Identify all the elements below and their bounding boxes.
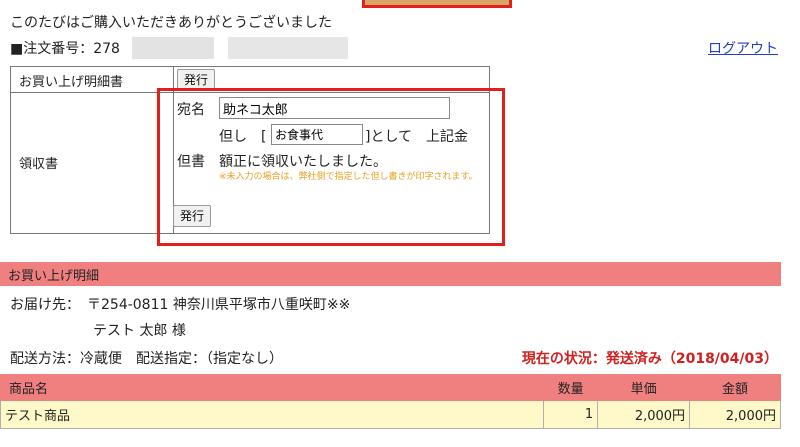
items-header-row: 商品名 数量 単価 金額 xyxy=(0,374,781,401)
section-title: お買い上げ明細 xyxy=(0,262,781,286)
order-number-mask xyxy=(132,37,214,59)
order-number: ■注文番号：278 xyxy=(10,41,120,57)
col-product: 商品名 xyxy=(0,374,545,401)
col-unit-price: 単価 xyxy=(597,374,691,401)
item-amount: 2,000円 xyxy=(689,400,781,429)
item-unit-price: 2,000円 xyxy=(597,400,691,429)
shipping-info: 配送方法：冷蔵便 配送指定：（指定なし） xyxy=(10,351,283,367)
statement-label: お買い上げ明細書 xyxy=(19,75,124,90)
order-status: 現在の状況：発送済み（2018/04/03） xyxy=(521,351,778,367)
col-qty: 数量 xyxy=(543,374,599,401)
col-amount: 金額 xyxy=(689,374,781,401)
thanks-message: このたびはご購入いただきありがとうございました xyxy=(10,15,332,31)
delivery-address: お届け先： 〒254-0811 神奈川県平塚市八重咲町※※ xyxy=(10,297,351,313)
recipient-name: テスト 太郎 様 xyxy=(93,323,186,339)
product-image-frame xyxy=(362,0,512,8)
item-qty: 1 xyxy=(543,400,599,429)
logout-link[interactable]: ログアウト xyxy=(708,38,778,58)
table-row: テスト商品 1 2,000円 2,000円 xyxy=(0,400,781,429)
item-name: テスト商品 xyxy=(0,400,545,429)
highlight-box xyxy=(157,88,505,246)
receipt-label: 領収書 xyxy=(19,157,59,172)
items-table: 商品名 数量 単価 金額 テスト商品 1 2,000円 2,000円 xyxy=(0,374,781,429)
order-number-mask xyxy=(228,37,348,59)
